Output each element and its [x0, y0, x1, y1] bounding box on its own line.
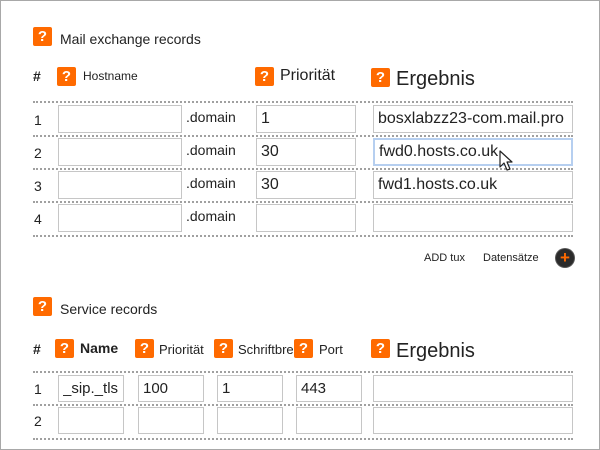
help-icon[interactable]: ? [33, 297, 52, 316]
srv-section-title: Service records [60, 301, 158, 317]
divider [33, 404, 573, 406]
divider [33, 135, 573, 137]
mx-row-index: 1 [34, 112, 42, 128]
srv-name-input[interactable] [58, 375, 124, 402]
srv-row-index: 1 [34, 381, 42, 397]
divider [33, 235, 573, 237]
divider [33, 201, 573, 203]
mx-header-result: Ergebnis [396, 68, 475, 90]
srv-weight-input[interactable] [217, 375, 283, 402]
mx-row-index: 2 [34, 145, 42, 161]
records-label: Datensätze [483, 252, 539, 264]
divider [33, 438, 573, 440]
help-icon[interactable]: ? [255, 67, 274, 86]
divider [33, 168, 573, 170]
mx-priority-input[interactable] [256, 138, 356, 166]
srv-priority-input[interactable] [138, 375, 204, 402]
srv-name-input[interactable] [58, 407, 124, 434]
mx-hostname-input[interactable] [58, 138, 182, 166]
srv-header-port: Port [319, 342, 343, 357]
mx-domain-suffix: .domain [186, 142, 236, 158]
srv-port-input[interactable] [296, 375, 362, 402]
mx-header-index: # [33, 68, 41, 84]
mouse-cursor-icon [499, 150, 513, 171]
mx-header-hostname: Hostname [83, 69, 138, 83]
srv-port-input[interactable] [296, 407, 362, 434]
mx-result-field[interactable] [373, 204, 573, 232]
mx-result-field-focused[interactable] [373, 138, 573, 166]
srv-row-index: 2 [34, 413, 42, 429]
mx-result-field[interactable] [373, 105, 573, 133]
mx-priority-input[interactable] [256, 204, 356, 232]
mx-hostname-input[interactable] [58, 204, 182, 232]
srv-priority-input[interactable] [138, 407, 204, 434]
mx-domain-suffix: .domain [186, 208, 236, 224]
srv-result-field[interactable] [373, 407, 573, 434]
mx-row-index: 4 [34, 211, 42, 227]
help-icon[interactable]: ? [57, 67, 76, 86]
help-icon[interactable]: ? [371, 339, 390, 358]
srv-weight-input[interactable] [217, 407, 283, 434]
help-icon[interactable]: ? [214, 339, 233, 358]
help-icon[interactable]: ? [55, 339, 74, 358]
srv-header-priority: Priorität [159, 342, 204, 357]
mx-result-field[interactable] [373, 171, 573, 199]
srv-header-result: Ergebnis [396, 340, 475, 362]
help-icon[interactable]: ? [294, 339, 313, 358]
mx-hostname-input[interactable] [58, 105, 182, 133]
divider [33, 101, 573, 103]
divider [33, 371, 573, 373]
add-count-label: ADD tux [424, 252, 465, 264]
help-icon[interactable]: ? [33, 27, 52, 46]
srv-header-index: # [33, 341, 41, 357]
mx-header-priority: Priorität [280, 67, 336, 84]
mx-hostname-input[interactable] [58, 171, 182, 199]
add-record-button[interactable] [556, 249, 574, 267]
mx-domain-suffix: .domain [186, 109, 236, 125]
mx-row-index: 3 [34, 178, 42, 194]
srv-header-name: Name [80, 340, 119, 356]
help-icon[interactable]: ? [135, 339, 154, 358]
mx-priority-input[interactable] [256, 171, 356, 199]
mx-priority-input[interactable] [256, 105, 356, 133]
mx-section-title: Mail exchange records [60, 31, 201, 47]
srv-result-field[interactable] [373, 375, 573, 402]
mx-domain-suffix: .domain [186, 175, 236, 191]
help-icon[interactable]: ? [371, 68, 390, 87]
